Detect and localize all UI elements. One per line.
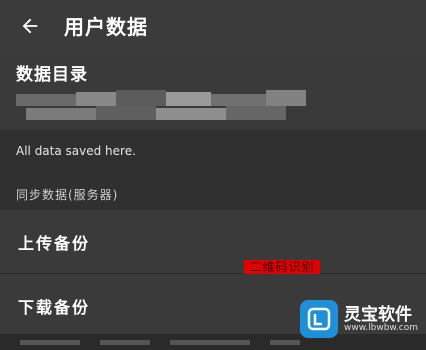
info-section: All data saved here. 同步数据(服务器) <box>0 130 426 210</box>
app-bar: 用户数据 <box>0 0 426 52</box>
page-title: 用户数据 <box>64 15 148 39</box>
lb-logo-icon <box>300 300 338 338</box>
data-directory-section[interactable]: 数据目录 <box>0 52 426 130</box>
watermark-url: www.lbwbw.com <box>344 323 419 333</box>
watermark: 灵宝软件 www.lbwbw.com <box>300 298 426 342</box>
overlay-red-label: 二维码识别 <box>244 260 320 274</box>
back-button[interactable] <box>12 8 48 44</box>
sync-section-label: 同步数据(服务器) <box>16 188 119 202</box>
upload-backup-label: 上传备份 <box>18 234 91 253</box>
arrow-left-icon <box>22 18 38 34</box>
watermark-name: 灵宝软件 <box>344 305 412 325</box>
download-backup-label: 下载备份 <box>18 298 91 317</box>
data-directory-title: 数据目录 <box>16 65 88 85</box>
storage-note: All data saved here. <box>16 144 136 158</box>
upload-backup-item[interactable]: 上传备份 二维码识别 <box>0 210 426 274</box>
data-directory-path-obscured <box>16 90 316 126</box>
